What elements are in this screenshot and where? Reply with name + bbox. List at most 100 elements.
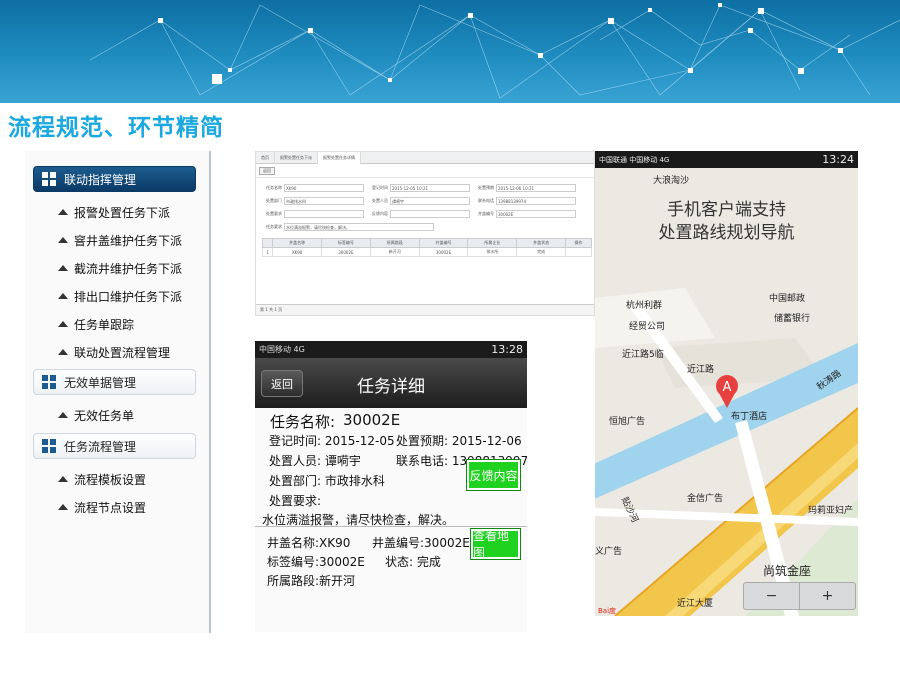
tag-code: 标签编号:30002E (267, 555, 365, 569)
poi-label: 杭州利群 (626, 301, 663, 311)
carrier-label: 中国联通 中国移动 4G (599, 155, 670, 164)
table-cell (565, 247, 592, 257)
column-header (261, 238, 274, 248)
table-cell: 排水所 (467, 247, 518, 257)
sidebar-item-interceptor-dispatch[interactable]: 截流井维护任务下派 (58, 260, 182, 277)
poi-label: 恒旭广告 (609, 417, 646, 427)
status-bar: 中国联通 中国移动 4G 13:24 (595, 151, 858, 168)
view-map-button[interactable]: 查看地图 (470, 528, 521, 560)
field-value[interactable] (390, 210, 470, 218)
item-label: 报警处置任务下派 (74, 206, 171, 220)
triangle-icon (58, 348, 68, 355)
table-cell: 30002E (320, 247, 371, 257)
tab-bar: 首页 报警处置任务下派 报警处置任务详情 (256, 151, 594, 164)
sidebar-item-flow-management[interactable]: 联动处置流程管理 (58, 344, 170, 361)
item-label: 截流井维护任务下派 (74, 262, 183, 276)
map-caption: 手机客户端支持 处置路线规划导航 (595, 199, 858, 245)
column-header: 井盖编号 (418, 238, 469, 248)
table-row[interactable]: 1 XK90 30002E 新开河 30002E 排水所 完成 (261, 247, 592, 257)
sidebar-item-flow-node[interactable]: 流程节点设置 (58, 499, 146, 516)
sidebar-item-invalid-tasks[interactable]: 无效任务单 (58, 407, 134, 424)
field-label: 联系电话 (478, 198, 494, 203)
column-header: 所属路段 (369, 238, 420, 248)
zoom-out-button[interactable]: − (744, 583, 799, 609)
department: 处置部门: 市政排水科 (269, 474, 385, 488)
caption-line: 手机客户端支持 (667, 200, 786, 220)
item-label: 无效任务单 (74, 409, 135, 423)
field-label: 处置部门 (266, 198, 282, 203)
field-value[interactable]: 2015-12-05 10:21 (390, 184, 470, 192)
grid-icon (42, 375, 56, 389)
triangle-icon (58, 320, 68, 327)
well-name: 井盖名称:XK90 (267, 536, 351, 550)
poi-label: 大浪淘沙 (653, 176, 690, 186)
sidebar-item-task-tracking[interactable]: 任务单跟踪 (58, 316, 134, 333)
poi-label: 金信广告 (687, 494, 724, 504)
sidebar-menu: 联动指挥管理 报警处置任务下派 窨井盖维护任务下派 截流井维护任务下派 排出口维… (25, 151, 211, 633)
field-value[interactable]: 2015-12-06 10:21 (496, 184, 576, 192)
field-value[interactable]: 13988139974 (496, 197, 576, 205)
well-status: 状态: 完成 (385, 555, 441, 569)
reg-time: 登记时间: 2015-12-05 (269, 434, 395, 448)
sidebar-group-invalid[interactable]: 无效单据管理 (33, 369, 196, 395)
marker-label: A (723, 380, 732, 395)
status-bar: 中国移动 4G 13:28 (255, 341, 527, 358)
sidebar-item-alarm-dispatch[interactable]: 报警处置任务下派 (58, 204, 170, 221)
road-name: 所属路段:新开河 (267, 574, 356, 588)
sidebar-group-command[interactable]: 联动指挥管理 (33, 166, 196, 192)
map-logo: Bai度 (598, 607, 617, 615)
item-label: 流程节点设置 (74, 501, 147, 515)
tab-home[interactable]: 首页 (256, 151, 275, 164)
column-header: 井盖状态 (516, 238, 567, 248)
table-cell: 完成 (516, 247, 567, 257)
back-button[interactable]: 返回 (259, 166, 275, 175)
poi-label: 尚筑金座 (763, 564, 812, 578)
carrier-label: 中国移动 4G (259, 345, 305, 354)
sidebar-item-outlet-dispatch[interactable]: 排出口维护任务下派 (58, 288, 182, 305)
description-field[interactable]: 水位满溢报警，请尽快检查，解决。 (284, 223, 434, 231)
tab-dispatch[interactable]: 报警处置任务下派 (275, 151, 318, 164)
field-value[interactable] (284, 210, 364, 218)
poi-label: 玛莉亚妇产 (808, 506, 854, 516)
triangle-icon (58, 503, 68, 510)
field-value[interactable]: 市政排水科 (284, 197, 364, 205)
network-decoration (89, 3, 900, 99)
field-value[interactable]: 30002E (496, 210, 576, 218)
task-name-value: 30002E (343, 411, 401, 429)
feedback-button[interactable]: 反馈内容 (466, 459, 521, 491)
poi-label: 近江大厦 (677, 599, 714, 609)
table-header: 井盖名称 标签编号 所属路段 井盖编号 所属企业 井盖状态 操作 (261, 238, 592, 248)
zoom-in-button[interactable]: + (799, 583, 855, 609)
well-table: 井盖名称 标签编号 所属路段 井盖编号 所属企业 井盖状态 操作 1 XK90 … (261, 238, 592, 257)
field-label: 任务名称 (266, 185, 282, 190)
column-header: 操作 (565, 238, 592, 248)
triangle-icon (58, 475, 68, 482)
column-header: 井盖名称 (272, 238, 322, 248)
grid-icon (42, 439, 56, 453)
sidebar-group-flow[interactable]: 任务流程管理 (33, 433, 196, 459)
triangle-icon (58, 292, 68, 299)
sidebar-item-manhole-dispatch[interactable]: 窨井盖维护任务下派 (58, 232, 182, 249)
well-code: 井盖编号:30002E (372, 536, 470, 550)
phone-task-detail: 中国移动 4G 13:28 返回 任务详细 任务名称: 30002E 登记时间:… (255, 341, 527, 632)
deadline: 处置预期: 2015-12-06 (396, 434, 522, 448)
pager-label: 第 1 共 1 页 (260, 307, 283, 312)
tab-detail[interactable]: 报警处置任务详情 (318, 151, 361, 164)
group-label: 无效单据管理 (64, 375, 137, 390)
task-name-label: 任务名称: (270, 413, 336, 431)
table-cell: XK90 (272, 247, 322, 257)
poi-label: 经贸公司 (629, 322, 666, 332)
triangle-icon (58, 236, 68, 243)
field-value[interactable]: 谭嗬宇 (390, 197, 470, 205)
pagination[interactable]: 第 1 共 1 页 (256, 304, 594, 315)
sidebar-item-flow-template[interactable]: 流程模板设置 (58, 471, 146, 488)
item-label: 排出口维护任务下派 (74, 290, 183, 304)
poi-label: 储蓄银行 (774, 314, 811, 324)
column-header: 标签编号 (320, 238, 371, 248)
clock: 13:24 (822, 153, 854, 166)
table-cell: 30002E (418, 247, 469, 257)
group-label: 联动指挥管理 (64, 172, 137, 187)
field-value[interactable]: XK90 (284, 184, 364, 192)
road-label: 近江路 (687, 365, 715, 375)
grid-icon (42, 172, 56, 186)
